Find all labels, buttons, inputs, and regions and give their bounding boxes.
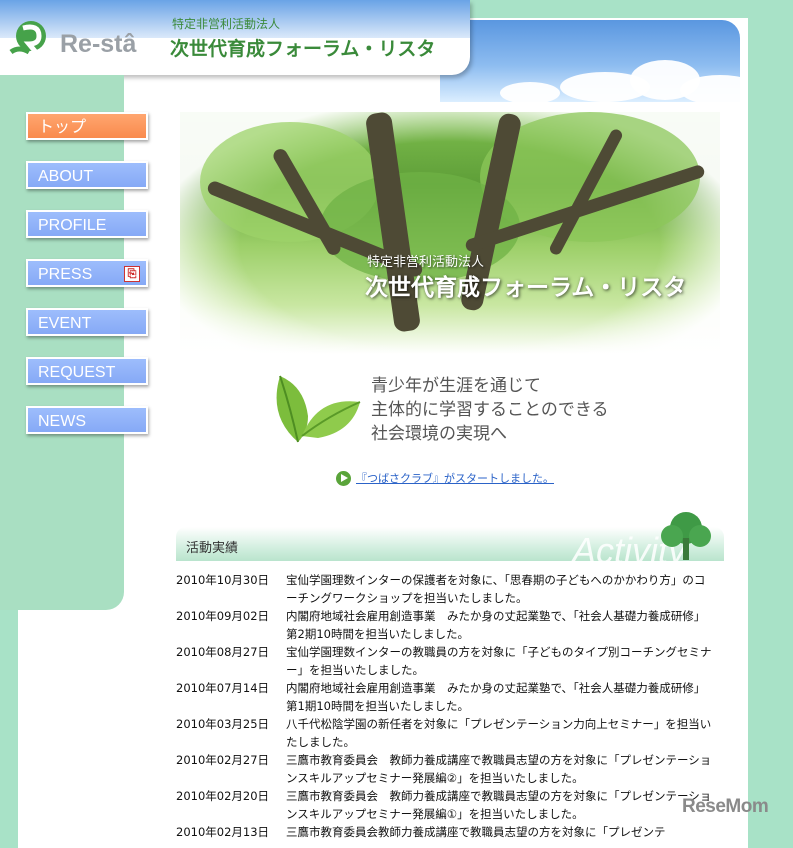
activity-date: 2010年10月30日 [176, 573, 270, 587]
activity-text: 三鷹市教育委員会教師力養成講座で教職員志望の方を対象に「プレゼンテ [286, 825, 666, 839]
slogan-line: 社会環境の実現へ [371, 424, 507, 444]
activity-title: 活動実績 [186, 541, 239, 556]
nav-label: PROFILE [38, 217, 107, 234]
play-arrow-icon [336, 470, 351, 486]
activity-date: 2010年07月14日 [176, 681, 270, 695]
slogan-line: 主体的に学習することのできる [371, 400, 609, 420]
nav-item-news[interactable]: NEWS [26, 406, 148, 434]
list-item: 2010年08月27日 宝仙学園理数インターの教職員の方を対象に「子どものタイプ別… [176, 643, 726, 679]
nav-label: REQUEST [38, 364, 116, 381]
nav-item-event[interactable]: EVENT [26, 308, 148, 336]
activity-text: 三鷹市教育委員会 教師力養成講座で教職員志望の方を対象に「プレゼンテーションスキ… [286, 753, 712, 785]
resemom-watermark: ReseMom [682, 796, 769, 817]
sky-banner [440, 20, 740, 102]
list-item: 2010年03月25日 八千代松陰学園の新任者を対象に「プレゼンテーション力向上セ… [176, 715, 726, 751]
nav-item-profile[interactable]: PROFILE [26, 210, 148, 238]
activity-list: 2010年10月30日 宝仙学園理数インターの保護者を対象に、「思春期の子どもへの… [176, 571, 726, 841]
activity-text: 三鷹市教育委員会 教師力養成講座で教職員志望の方を対象に「プレゼンテーションスキ… [286, 789, 712, 821]
pdf-icon: ⎘ [124, 266, 140, 282]
list-item: 2010年02月27日 三鷹市教育委員会 教師力養成講座で教職員志望の方を対象に「… [176, 751, 726, 787]
leaf-icon [276, 375, 361, 443]
nav-label: NEWS [38, 413, 86, 430]
hero-org-name: 次世代育成フォーラム・リスタ [365, 275, 687, 301]
nav-item-about[interactable]: ABOUT [26, 161, 148, 189]
activity-date: 2010年02月13日 [176, 825, 270, 839]
slogan: 青少年が生涯を通じて 主体的に学習することのできる 社会環境の実現へ [371, 374, 609, 446]
announcement: 『つばさクラブ』がスタートしました。 [336, 470, 554, 486]
list-item: 2010年02月20日 三鷹市教育委員会 教師力養成講座で教職員志望の方を対象に「… [176, 787, 726, 823]
nav-label: PRESS [38, 266, 93, 283]
activity-text: 内閣府地域社会雇用創造事業 みたか身の丈起業塾で、「社会人基礎力養成研修」第2期… [286, 609, 706, 641]
header-org-type: 特定非営利活動法人 [172, 17, 281, 31]
activity-text: 八千代松陰学園の新任者を対象に「プレゼンテーション力向上セミナー」を担当いたしま… [286, 717, 712, 749]
hero-image [180, 112, 720, 354]
activity-date: 2010年03月25日 [176, 717, 270, 731]
restar-logo-icon[interactable] [9, 18, 55, 58]
site-header: Re-stâ 特定非営利活動法人 次世代育成フォーラム・リスタ [0, 0, 470, 75]
list-item: 2010年02月13日 三鷹市教育委員会教師力養成講座で教職員志望の方を対象に「プ… [176, 823, 726, 841]
tree-icon [661, 512, 711, 560]
header-org-name: 次世代育成フォーラム・リスタ [170, 38, 436, 60]
side-panel [0, 75, 124, 610]
slogan-line: 青少年が生涯を通じて [371, 376, 541, 396]
logo-text[interactable]: Re-stâ [60, 30, 136, 59]
nav-item-request[interactable]: REQUEST [26, 357, 148, 385]
activity-date: 2010年09月02日 [176, 609, 270, 623]
list-item: 2010年09月02日 内閣府地域社会雇用創造事業 みたか身の丈起業塾で、「社会人… [176, 607, 726, 643]
activity-date: 2010年02月20日 [176, 789, 270, 803]
list-item: 2010年07月14日 内閣府地域社会雇用創造事業 みたか身の丈起業塾で、「社会人… [176, 679, 726, 715]
nav-item-press[interactable]: PRESS ⎘ [26, 259, 148, 287]
activity-date: 2010年08月27日 [176, 645, 270, 659]
activity-text: 宝仙学園理数インターの教職員の方を対象に「子どものタイプ別コーチングセミナー」を… [286, 645, 712, 677]
nav-label: トップ [38, 119, 87, 136]
activity-date: 2010年02月27日 [176, 753, 270, 767]
nav-item-top[interactable]: トップ [26, 112, 148, 140]
activity-text: 内閣府地域社会雇用創造事業 みたか身の丈起業塾で、「社会人基礎力養成研修」第1期… [286, 681, 706, 713]
announcement-link[interactable]: 『つばさクラブ』がスタートしました。 [356, 472, 554, 485]
nav-label: EVENT [38, 315, 92, 332]
activity-text: 宝仙学園理数インターの保護者を対象に、「思春期の子どもへのかかわり方」のコーチン… [286, 573, 706, 605]
list-item: 2010年10月30日 宝仙学園理数インターの保護者を対象に、「思春期の子どもへの… [176, 571, 726, 607]
nav-label: ABOUT [38, 168, 94, 185]
